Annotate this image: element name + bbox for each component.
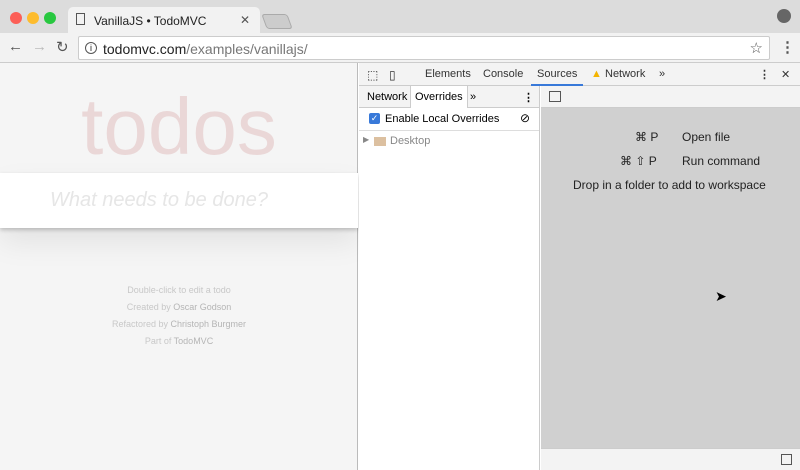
subtab-network[interactable]: Network xyxy=(367,91,407,103)
menu-icon[interactable]: ⋮ xyxy=(780,38,795,56)
open-file-shortcut: ⌘ P xyxy=(635,130,659,144)
folder-label: Desktop xyxy=(390,135,431,147)
info-footer: Double-click to edit a todo Created by O… xyxy=(0,282,358,350)
edit-hint: Double-click to edit a todo xyxy=(127,285,231,295)
tab-sources[interactable]: Sources xyxy=(531,63,584,86)
editor-pane: ⌘ P Open file ⌘ ⇧ P Run command Drop in … xyxy=(541,86,800,470)
clear-overrides-icon[interactable]: ⊘ xyxy=(520,111,530,125)
browser-tab[interactable]: VanillaJS • TodoMVC ✕ xyxy=(68,7,260,33)
refactored-label: Refactored by xyxy=(111,319,171,329)
new-tab-button[interactable] xyxy=(261,14,293,29)
refactor-author-link[interactable]: Christoph Burgmer xyxy=(171,319,247,329)
maximize-window-button[interactable] xyxy=(44,12,56,24)
drop-folder-hint: Drop in a folder to add to workspace xyxy=(573,178,766,192)
folder-desktop[interactable]: ▶ Desktop xyxy=(359,131,539,151)
open-file-label: Open file xyxy=(682,130,731,144)
expand-arrow-icon[interactable]: ▶ xyxy=(363,135,369,144)
navigator-pane: Network Overrides » ⋮ ✓ Enable Local Ove… xyxy=(359,86,540,470)
devtools-panel: ⬚ ▯ Elements Console Sources ▲ Network »… xyxy=(359,63,800,470)
info-icon[interactable]: i xyxy=(85,42,97,54)
run-command-label: Run command xyxy=(682,154,761,168)
todomvc-link[interactable]: TodoMVC xyxy=(174,336,214,346)
mouse-cursor-icon: ➤ xyxy=(715,288,727,304)
run-command-shortcut: ⌘ ⇧ P xyxy=(620,154,657,168)
tab-title: VanillaJS • TodoMVC xyxy=(94,14,207,28)
nav-bar: ← → ↻ i todomvc.com/examples/vanillajs/ … xyxy=(0,33,800,63)
navigator-tabs: Network Overrides » ⋮ xyxy=(359,86,539,108)
tab-elements[interactable]: Elements xyxy=(425,68,471,80)
device-toolbar-icon[interactable]: ▯ xyxy=(389,68,396,82)
folder-icon xyxy=(374,137,386,146)
profile-icon[interactable] xyxy=(777,9,791,23)
toggle-drawer-icon[interactable] xyxy=(781,454,792,465)
close-devtools-icon[interactable]: ✕ xyxy=(781,68,790,81)
new-todo-input[interactable]: What needs to be done? xyxy=(0,173,358,228)
back-icon[interactable]: ← xyxy=(8,38,23,55)
reload-icon[interactable]: ↻ xyxy=(56,38,69,56)
toggle-navigator-icon[interactable] xyxy=(549,91,561,102)
forward-icon[interactable]: → xyxy=(32,38,47,55)
todomvc-page: todos What needs to be done? Double-clic… xyxy=(0,63,358,470)
more-subtabs-button[interactable]: » xyxy=(470,91,476,103)
subtab-overrides[interactable]: Overrides xyxy=(410,86,468,108)
tab-network[interactable]: Network xyxy=(605,68,645,80)
address-bar[interactable]: i todomvc.com/examples/vanillajs/ ☆ xyxy=(78,36,770,60)
title-bar: VanillaJS • TodoMVC ✕ xyxy=(0,0,800,33)
part-of-label: Part of xyxy=(144,336,174,346)
navigator-menu-icon[interactable]: ⋮ xyxy=(523,91,534,104)
editor-status-bar xyxy=(541,448,800,470)
star-icon[interactable]: ☆ xyxy=(750,39,763,57)
url-host: todomvc.com xyxy=(103,41,187,57)
page-title: todos xyxy=(81,82,277,171)
enable-overrides-checkbox[interactable]: ✓ xyxy=(369,113,380,124)
created-label: Created by xyxy=(126,302,174,312)
more-tabs-button[interactable]: » xyxy=(659,68,665,80)
new-todo-placeholder: What needs to be done? xyxy=(50,189,268,211)
devtools-menu-icon[interactable]: ⋮ xyxy=(759,68,770,81)
author-link[interactable]: Oscar Godson xyxy=(173,302,231,312)
editor-toolbar xyxy=(541,86,800,108)
warning-icon: ▲ xyxy=(591,68,602,80)
overrides-row: ✓ Enable Local Overrides ⊘ xyxy=(359,108,539,131)
close-window-button[interactable] xyxy=(10,12,22,24)
page-icon xyxy=(76,13,85,25)
url-path: /examples/vanillajs/ xyxy=(186,41,308,57)
tab-console[interactable]: Console xyxy=(483,68,523,80)
enable-overrides-label: Enable Local Overrides xyxy=(385,113,500,125)
close-tab-icon[interactable]: ✕ xyxy=(240,13,250,27)
devtools-toolbar: ⬚ ▯ Elements Console Sources ▲ Network »… xyxy=(359,63,800,86)
inspect-icon[interactable]: ⬚ xyxy=(367,68,378,82)
minimize-window-button[interactable] xyxy=(27,12,39,24)
